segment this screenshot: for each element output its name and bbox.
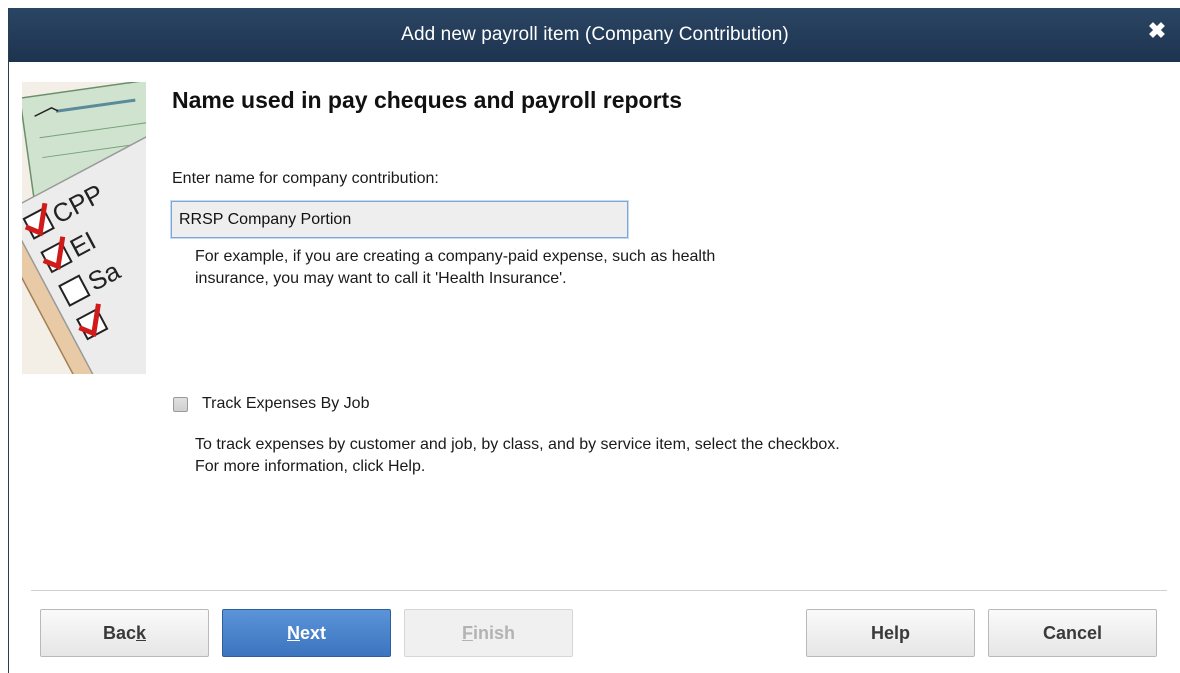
track-hint-line-1: To track expenses by customer and job, b…: [195, 436, 840, 453]
name-hint: For example, if you are creating a compa…: [195, 246, 915, 290]
track-expenses-checkbox[interactable]: [173, 396, 188, 412]
next-label-mnemonic: N: [286, 622, 300, 643]
payroll-checklist-icon: CPP EI Sa: [0, 77, 256, 409]
name-hint-line-1: For example, if you are creating a compa…: [195, 248, 716, 265]
help-button[interactable]: Help: [806, 609, 975, 657]
window-title: Add new payroll item (Company Contributi…: [401, 24, 789, 45]
name-field-label: Enter name for company contribution:: [172, 170, 439, 187]
next-button[interactable]: Next: [222, 609, 391, 657]
finish-label-mnemonic: F: [461, 622, 473, 643]
close-icon[interactable]: ✖: [1145, 19, 1169, 43]
back-button[interactable]: Bac k: [40, 609, 209, 657]
footer-divider: [31, 590, 1167, 592]
track-hint-line-2: For more information, click Help.: [195, 458, 426, 475]
track-expenses-hint: To track expenses by customer and job, b…: [195, 434, 1095, 478]
back-label-pre: Bac: [102, 622, 136, 643]
add-payroll-item-dialog: Add new payroll item (Company Contributi…: [0, 8, 1180, 673]
finish-label-post: inish: [472, 622, 515, 643]
cancel-button[interactable]: Cancel: [988, 609, 1157, 657]
page-heading: Name used in pay cheques and payroll rep…: [172, 87, 682, 113]
track-expenses-label[interactable]: Track Expenses By Job: [202, 395, 369, 413]
title-bar[interactable]: Add new payroll item (Company Contributi…: [9, 8, 1180, 62]
contribution-name-input[interactable]: [171, 201, 628, 238]
track-expenses-row[interactable]: Track Expenses By Job: [173, 394, 369, 414]
name-hint-line-2: insurance, you may want to call it 'Heal…: [195, 270, 567, 287]
finish-button[interactable]: Finish: [404, 609, 573, 657]
next-label-post: ext: [299, 622, 326, 643]
back-label-mnemonic: k: [136, 622, 147, 643]
